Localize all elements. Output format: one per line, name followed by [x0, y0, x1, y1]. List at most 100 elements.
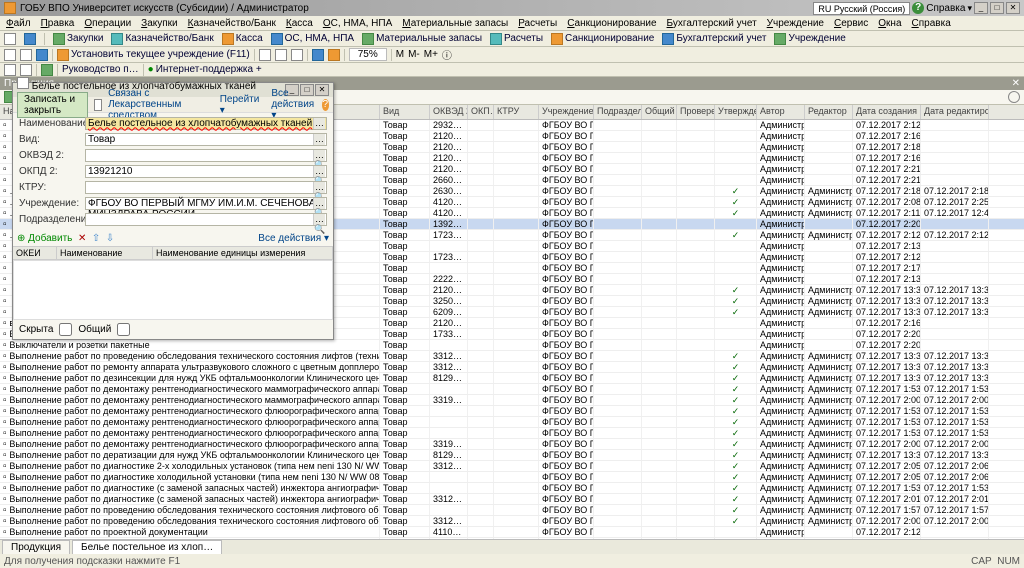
nav-last-icon[interactable]: ⓘ	[442, 47, 452, 62]
dialog-save-icon[interactable]	[94, 99, 102, 111]
tb-icon-8[interactable]	[328, 49, 340, 61]
nav-prev-icon[interactable]: M-	[408, 49, 420, 60]
grid-col-header[interactable]: Редактор	[805, 105, 853, 119]
nav-materials[interactable]: Материальные запасы	[362, 33, 482, 45]
nav-cash[interactable]: Касса	[222, 33, 263, 45]
tb-icon-6[interactable]	[291, 49, 303, 61]
close-button[interactable]: ✕	[1006, 2, 1020, 14]
tab-item[interactable]: Белье постельное из хлоп…	[72, 540, 222, 554]
inst-input[interactable]: ФГБОУ ВО ПЕРВЫЙ МГМУ ИМ.И.М. СЕЧЕНОВА МИ…	[85, 197, 327, 210]
menu-item[interactable]: Расчеты	[518, 18, 557, 29]
ktru-picker-button[interactable]: …🔍	[313, 182, 325, 193]
menu-item[interactable]: ОС, НМА, НПА	[323, 18, 392, 29]
nav-sanction[interactable]: Санкционирование	[551, 33, 654, 45]
table-row[interactable]: ▫ Выполнение работ по дератизации для ну…	[0, 450, 1024, 461]
set-institution-button[interactable]: Установить текущее учреждение (F11)	[57, 49, 250, 61]
grid-col-header[interactable]: Общий	[642, 105, 677, 119]
grid-col-header[interactable]: Дата редактирования	[921, 105, 989, 119]
sub-up-icon[interactable]: ⇧	[92, 233, 100, 244]
table-row[interactable]: ▫ Выполнение работ по демонтажу рентгено…	[0, 428, 1024, 439]
table-row[interactable]: ▫ Выполнение работ по проведению обследо…	[0, 351, 1024, 362]
maximize-button[interactable]: □	[990, 2, 1004, 14]
manual-link[interactable]: Руководство п…	[62, 64, 139, 75]
tb-icon-2[interactable]	[20, 49, 32, 61]
tb-icon-3[interactable]	[36, 49, 48, 61]
menu-item[interactable]: Учреждение	[767, 18, 824, 29]
menu-item[interactable]: Справка	[912, 18, 951, 29]
grid-col-header[interactable]: Утвержден	[715, 105, 757, 119]
sub-delete-icon[interactable]: ✕	[78, 233, 86, 244]
vid-picker-button[interactable]: …	[313, 134, 325, 145]
grid-col-header[interactable]: Автор	[757, 105, 805, 119]
table-row[interactable]: ▫ Выключатели и розетки пакетныеТоварФГБ…	[0, 340, 1024, 351]
table-row[interactable]: ▫ Выполнение работ по демонтажу рентгено…	[0, 395, 1024, 406]
table-row[interactable]: ▫ Выполнение работ по реконструкции и те…	[0, 538, 1024, 539]
tb-icon-1[interactable]	[4, 49, 16, 61]
sub-grid-body[interactable]	[13, 260, 333, 320]
grid-col-header[interactable]: ОКВЭД 2	[430, 105, 468, 119]
okved-input[interactable]: …🔍	[85, 149, 327, 162]
table-row[interactable]: ▫ Выполнение работ по диагностике 2-х хо…	[0, 461, 1024, 472]
search-icon[interactable]	[1008, 91, 1020, 103]
table-row[interactable]: ▫ Выполнение работ по ремонту аппарата у…	[0, 362, 1024, 373]
table-row[interactable]: ▫ Выполнение работ по дезинсекции для ну…	[0, 373, 1024, 384]
dialog-close-button[interactable]: ✕	[315, 84, 329, 96]
sub-col-okei[interactable]: ОКЕИ	[13, 247, 57, 259]
sub-down-icon[interactable]: ⇩	[106, 233, 114, 244]
hidden-checkbox[interactable]	[59, 323, 72, 336]
shared-checkbox[interactable]	[117, 323, 130, 336]
tb-icon-7[interactable]	[312, 49, 324, 61]
name-input[interactable]: Белье постельное из хлопчатобумажных тка…	[85, 117, 327, 130]
menu-item[interactable]: Правка	[41, 18, 75, 29]
dept-input[interactable]: …🔍	[85, 213, 327, 226]
grid-col-header[interactable]: Подразделение	[594, 105, 642, 119]
nav-next-icon[interactable]: M+	[424, 49, 438, 60]
table-row[interactable]: ▫ Выполнение работ по демонтажу рентгено…	[0, 406, 1024, 417]
link-icon-3[interactable]	[41, 64, 53, 76]
minimize-button[interactable]: _	[974, 2, 988, 14]
zoom-value[interactable]: 75%	[349, 48, 387, 61]
table-row[interactable]: ▫ Выполнение работ по демонтажу рентгено…	[0, 417, 1024, 428]
tb-icon-4[interactable]	[259, 49, 271, 61]
save-and-close-button[interactable]: Записать и закрыть	[17, 92, 88, 118]
link-icon-2[interactable]	[20, 64, 32, 76]
tb-icon-5[interactable]	[275, 49, 287, 61]
vid-input[interactable]: Товар…	[85, 133, 327, 146]
help-button[interactable]: ?Справка ▾	[912, 2, 972, 14]
menu-item[interactable]: Сервис	[834, 18, 868, 29]
menu-item[interactable]: Файл	[6, 18, 31, 29]
tab-products[interactable]: Продукция	[2, 540, 70, 554]
grid-col-header[interactable]: ОКП…	[468, 105, 494, 119]
table-row[interactable]: ▫ Выполнение работ по диагностике холоди…	[0, 472, 1024, 483]
okpd-input[interactable]: 13921210…🔍	[85, 165, 327, 178]
menu-item[interactable]: Операции	[84, 18, 131, 29]
sub-col-unit[interactable]: Наименование единицы измерения	[153, 247, 333, 259]
menu-item[interactable]: Санкционирование	[567, 18, 656, 29]
name-picker-button[interactable]: …	[313, 118, 325, 129]
sub-col-name[interactable]: Наименование	[57, 247, 153, 259]
link-icon-1[interactable]	[4, 64, 16, 76]
table-row[interactable]: ▫ Выполнение работ по проектной документ…	[0, 527, 1024, 538]
menu-item[interactable]: Казначейство/Банк	[188, 18, 276, 29]
calc-icon[interactable]	[24, 33, 36, 45]
grid-col-header[interactable]: Дата создания	[853, 105, 921, 119]
ktru-input[interactable]: …🔍	[85, 181, 327, 194]
nav-institution[interactable]: Учреждение	[774, 33, 845, 45]
grid-col-header[interactable]: Проверен	[677, 105, 715, 119]
table-row[interactable]: ▫ Выполнение работ по проведению обследо…	[0, 505, 1024, 516]
nav-accounting[interactable]: Бухгалтерский учет	[662, 33, 766, 45]
menu-item[interactable]: Касса	[286, 18, 313, 29]
nav-os[interactable]: ОС, НМА, НПА	[271, 33, 354, 45]
table-row[interactable]: ▫ Выполнение работ по диагностике (с зам…	[0, 483, 1024, 494]
inst-picker-button[interactable]: …🔍	[313, 198, 325, 209]
new-icon[interactable]	[4, 33, 16, 45]
nav-settlements[interactable]: Расчеты	[490, 33, 543, 45]
grid-col-header[interactable]: КТРУ	[494, 105, 539, 119]
table-row[interactable]: ▫ Выполнение работ по демонтажу рентгено…	[0, 439, 1024, 450]
table-row[interactable]: ▫ Выполнение работ по проведению обследо…	[0, 516, 1024, 527]
language-selector[interactable]: RU Русский (Россия)	[813, 2, 910, 15]
panel-close-icon[interactable]: ✕	[1012, 77, 1020, 90]
menu-item[interactable]: Материальные запасы	[402, 18, 508, 29]
dept-picker-button[interactable]: …🔍	[313, 214, 325, 225]
menu-item[interactable]: Бухгалтерский учет	[667, 18, 757, 29]
